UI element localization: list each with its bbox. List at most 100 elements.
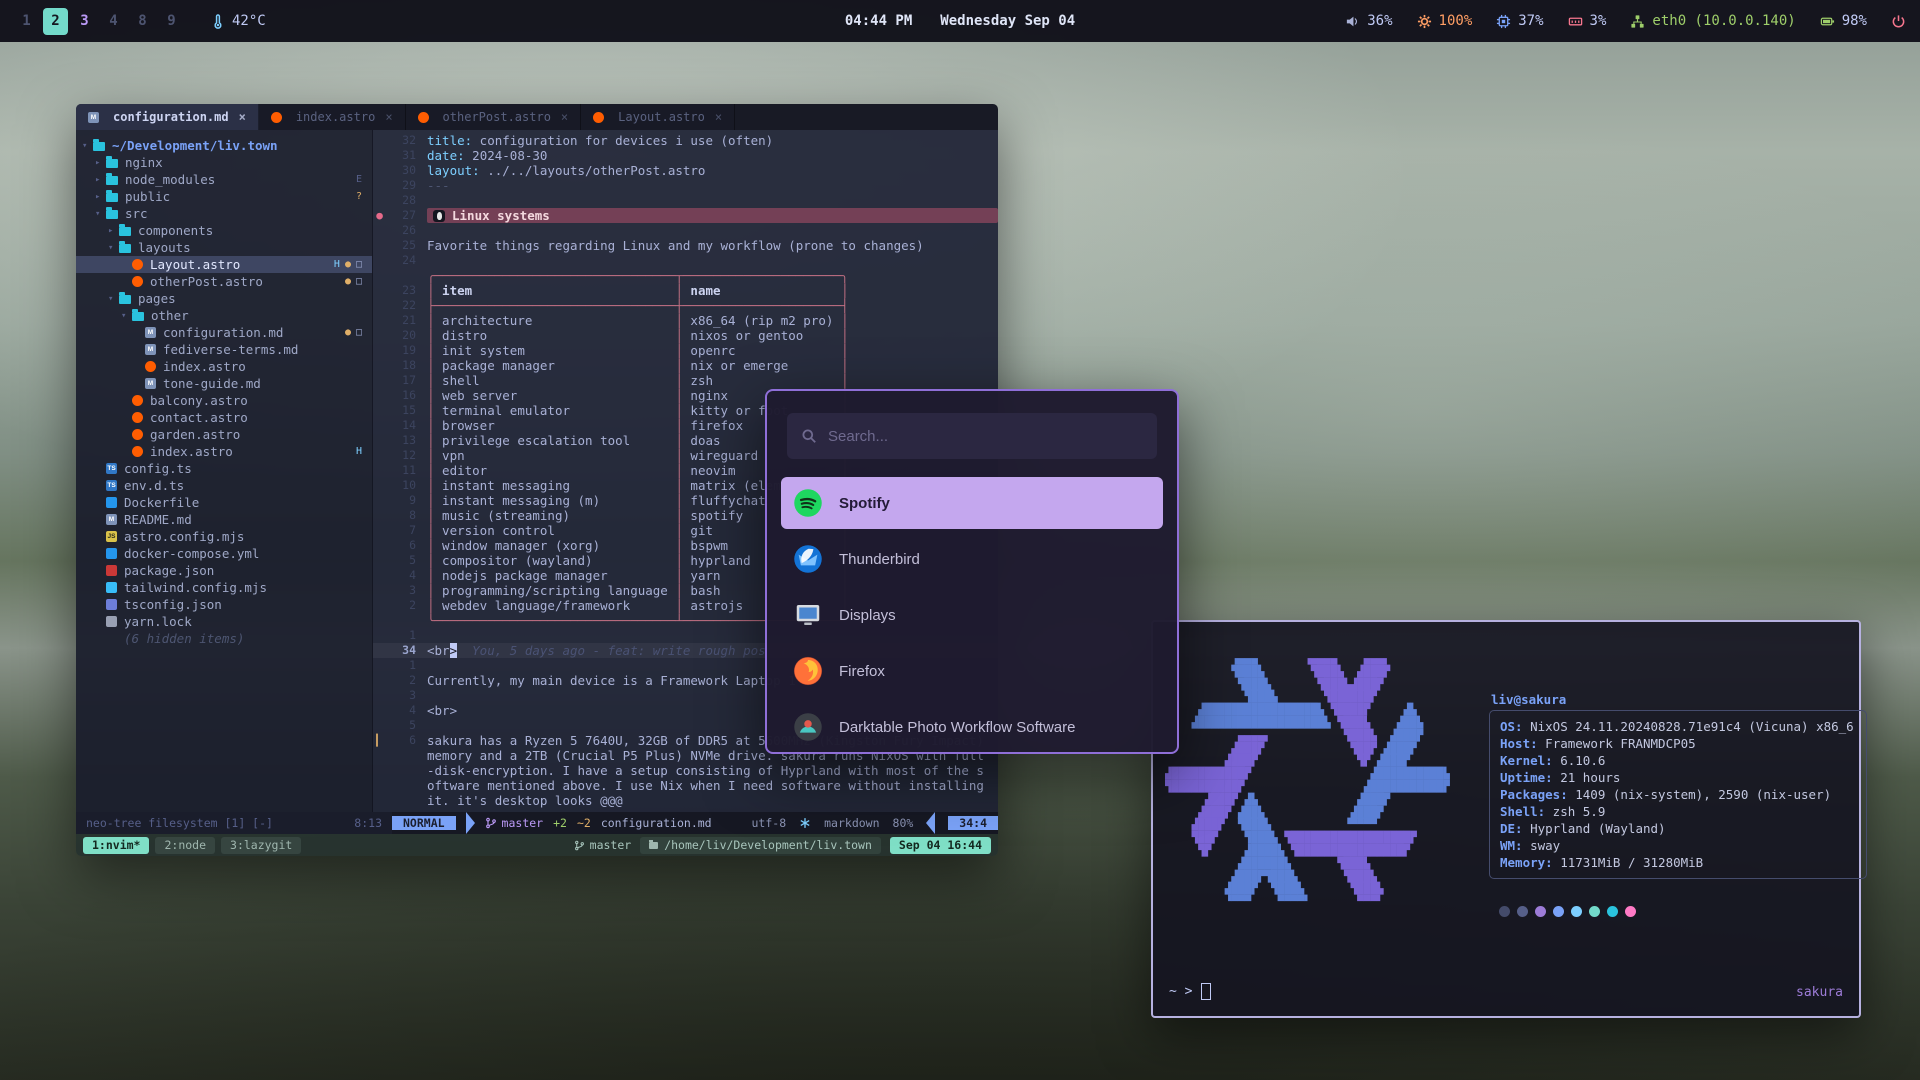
terminal-window: ▗▄▄▄ ▗▄▄▄▄ ▄▄▄▖ ▜███▙ ▜███▙ ▟███▛ ▜███▙ … [1151, 620, 1861, 1018]
tree-item[interactable]: ▸node_modulesE [76, 171, 372, 188]
launcher-item[interactable]: Firefox [781, 645, 1163, 697]
table-border: │ [675, 313, 683, 328]
search-input[interactable]: Search... [787, 413, 1157, 459]
table-border: │ [427, 463, 435, 478]
file-tree[interactable]: ▾~/Development/liv.town▸nginx▸node_modul… [76, 130, 372, 812]
workspace-button[interactable]: 3 [72, 8, 97, 35]
brightness-module[interactable]: 100% [1417, 13, 1473, 29]
workspace-button[interactable]: 9 [159, 8, 184, 35]
spotify-icon [793, 488, 823, 518]
logo-segment: ▟███▛ [1390, 729, 1423, 742]
fetch-info-row: Host: Framework FRANMDCP05 [1500, 735, 1856, 752]
workspace-button[interactable]: 8 [130, 8, 155, 35]
close-icon[interactable]: × [715, 110, 722, 124]
logo-segment: ▜██▛ [1165, 831, 1244, 844]
astro-icon [271, 112, 282, 123]
markdown-icon: M [145, 378, 156, 389]
power-button[interactable] [1891, 14, 1906, 29]
line-number: 3 [386, 688, 427, 703]
tree-item[interactable]: ▾layouts [76, 239, 372, 256]
tree-item[interactable]: ▾other [76, 307, 372, 324]
fetch-info-value: 11731MiB / 31280MiB [1553, 855, 1704, 870]
tree-item[interactable]: ▸public? [76, 188, 372, 205]
temperature-module[interactable]: 42°C [210, 13, 266, 29]
editor-tab[interactable]: Layout.astro× [581, 104, 735, 130]
launcher-item[interactable]: Spotify [781, 477, 1163, 529]
tree-item[interactable]: otherPost.astro●□ [76, 273, 372, 290]
network-module[interactable]: eth0 (10.0.0.140) [1630, 13, 1795, 29]
tree-item[interactable]: tailwind.config.mjs [76, 579, 372, 596]
line-number: 31 [386, 148, 427, 163]
tree-item[interactable]: package.json [76, 562, 372, 579]
tmux-window[interactable]: 1:nvim* [83, 837, 149, 854]
tree-item[interactable]: TSenv.d.ts [76, 477, 372, 494]
tree-item[interactable]: Mfediverse-terms.md [76, 341, 372, 358]
tree-item[interactable]: yarn.lock [76, 613, 372, 630]
line-text [427, 193, 998, 208]
git-status-markers: E [356, 174, 362, 185]
editor-tab[interactable]: index.astro× [259, 104, 406, 130]
tree-item[interactable]: Layout.astroH●□ [76, 256, 372, 273]
tree-item[interactable]: ▾~/Development/liv.town [76, 137, 372, 154]
git-status-markers: H●□ [334, 259, 362, 270]
tree-item[interactable]: MREADME.md [76, 511, 372, 528]
astro-icon [418, 112, 429, 123]
close-icon[interactable]: × [239, 110, 246, 124]
editor-tab[interactable]: Mconfiguration.md× [76, 104, 259, 130]
tmux-window[interactable]: 3:lazygit [221, 837, 301, 854]
close-icon[interactable]: × [561, 110, 568, 124]
volume-module[interactable]: 36% [1345, 13, 1392, 29]
editor-line: 28 [373, 193, 998, 208]
line-number: 26 [386, 223, 427, 238]
sign-column: ▎ [373, 733, 386, 808]
launcher-item[interactable]: Displays [781, 589, 1163, 641]
fetch-info-label: DE: [1500, 821, 1523, 836]
tree-item[interactable]: Mtone-guide.md [76, 375, 372, 392]
tree-item[interactable]: ▸components [76, 222, 372, 239]
tree-item-label: ~/Development/liv.town [112, 138, 278, 153]
tree-item[interactable]: contact.astro [76, 409, 372, 426]
tree-item[interactable]: TSconfig.ts [76, 460, 372, 477]
editor-line: 31date: 2024-08-30 [373, 148, 998, 163]
tree-item[interactable]: index.astroH [76, 443, 372, 460]
cpu-module[interactable]: 37% [1496, 13, 1543, 29]
astro-icon [593, 112, 604, 123]
launcher-item-label: Firefox [839, 663, 885, 680]
tree-item[interactable]: Mconfiguration.md●□ [76, 324, 372, 341]
table-cell: terminal emulator [435, 403, 676, 418]
frontmatter-value: ../../layouts/otherPost.astro [480, 163, 706, 178]
tree-item[interactable]: ▾pages [76, 290, 372, 307]
status-marker: ● [345, 276, 351, 287]
table-border: │ [427, 313, 435, 328]
chevron-icon: ▾ [108, 294, 119, 304]
tree-item[interactable]: ▸nginx [76, 154, 372, 171]
close-icon[interactable]: × [385, 110, 392, 124]
workspace-button[interactable]: 4 [101, 8, 126, 35]
tree-item[interactable]: JSastro.config.mjs [76, 528, 372, 545]
tree-item[interactable]: index.astro [76, 358, 372, 375]
astro-icon [132, 259, 143, 270]
tmux-window[interactable]: 2:node [155, 837, 215, 854]
tree-item[interactable]: tsconfig.json [76, 596, 372, 613]
battery-module[interactable]: 98% [1820, 13, 1867, 29]
sign-column [373, 463, 386, 478]
workspace-button[interactable]: 2 [43, 8, 68, 35]
tree-item[interactable]: docker-compose.yml [76, 545, 372, 562]
table-cell: nodejs package manager [435, 568, 676, 583]
workspace-button[interactable]: 1 [14, 8, 39, 35]
launcher-item[interactable]: Darktable Photo Workflow Software [781, 701, 1163, 753]
editor-tab[interactable]: otherPost.astro× [406, 104, 582, 130]
tree-item[interactable]: (6 hidden items) [76, 630, 372, 647]
tree-item[interactable]: ▾src [76, 205, 372, 222]
tree-item[interactable]: garden.astro [76, 426, 372, 443]
table-border: │ [675, 283, 683, 298]
astro-icon [145, 361, 156, 372]
shell-prompt[interactable]: ~ > [1169, 983, 1211, 1000]
tree-item[interactable]: Dockerfile [76, 494, 372, 511]
thunderbird-icon [793, 544, 823, 574]
branch-icon [574, 840, 585, 851]
fetch-info-label: WM: [1500, 838, 1523, 853]
launcher-item[interactable]: Thunderbird [781, 533, 1163, 585]
memory-module[interactable]: 3% [1568, 13, 1607, 29]
tree-item[interactable]: balcony.astro [76, 392, 372, 409]
